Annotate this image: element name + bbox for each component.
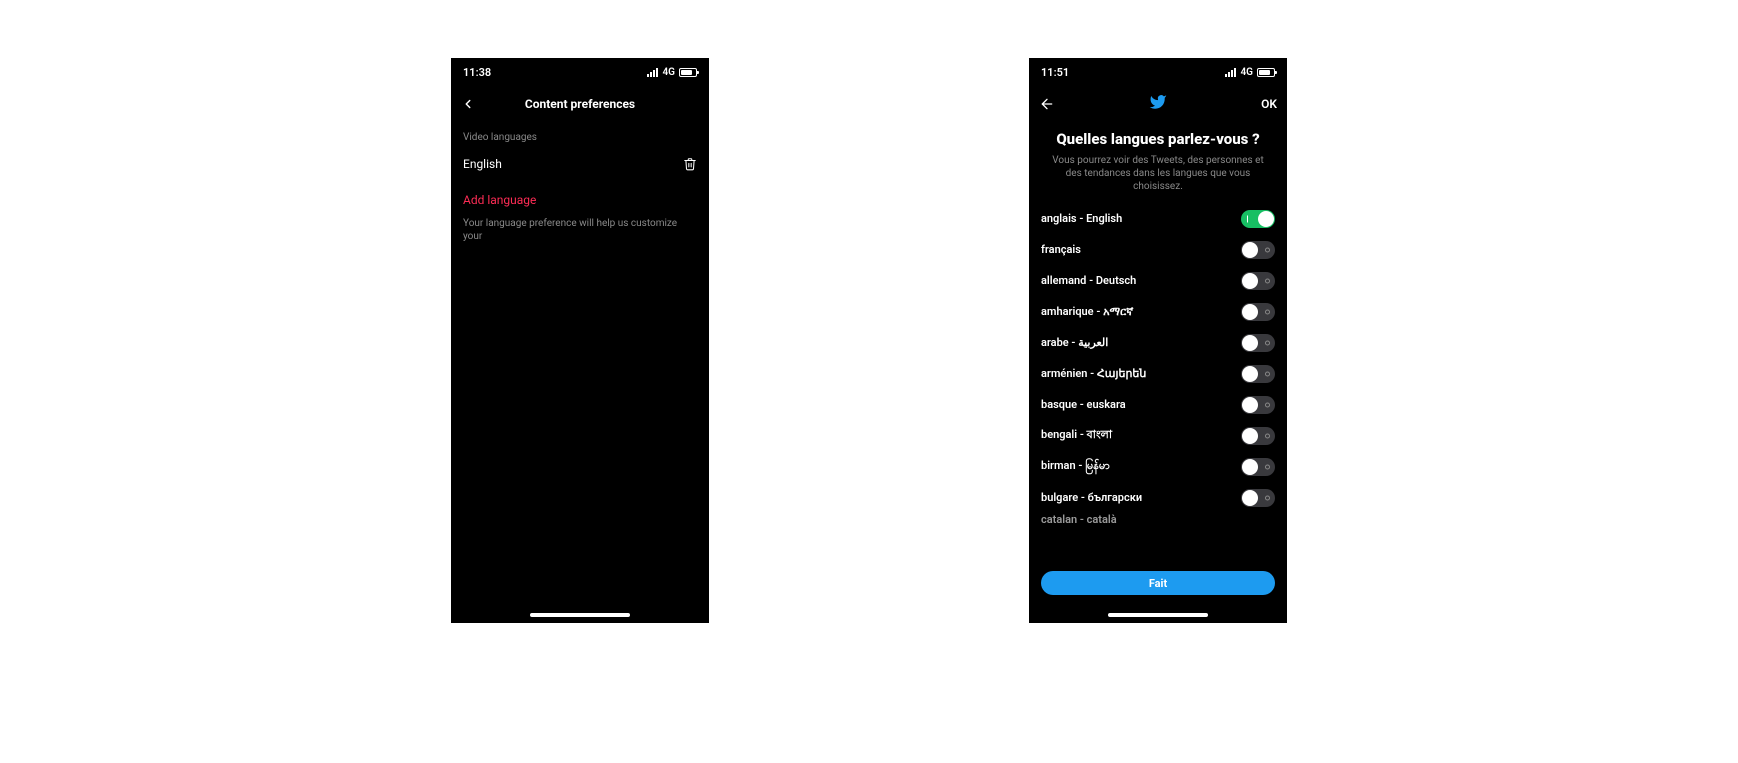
language-label: bulgare - български — [1041, 491, 1142, 504]
language-toggle[interactable] — [1241, 365, 1275, 383]
home-indicator[interactable] — [530, 613, 630, 617]
language-label: arménien - Հայերեն — [1041, 367, 1146, 380]
language-label: allemand - Deutsch — [1041, 274, 1136, 287]
done-button[interactable]: Fait — [1041, 571, 1275, 595]
status-time: 11:38 — [463, 66, 491, 79]
language-label: English — [463, 157, 502, 171]
language-item: basque - euskara — [1041, 389, 1275, 420]
language-item: arménien - Հայերեն — [1041, 358, 1275, 389]
ok-button[interactable]: OK — [1261, 97, 1277, 111]
language-label: amharique - አማርኛ — [1041, 305, 1133, 319]
language-toggle[interactable] — [1241, 210, 1275, 228]
subheading: Vous pourrez voir des Tweets, des person… — [1029, 154, 1287, 203]
section-label: Video languages — [451, 122, 709, 149]
language-label: basque - euskara — [1041, 398, 1126, 411]
nav-header: OK — [1029, 86, 1287, 122]
language-label: anglais - English — [1041, 212, 1122, 225]
language-toggle[interactable] — [1241, 303, 1275, 321]
language-item: birman - မြန်မာ — [1041, 451, 1275, 482]
language-item: français — [1041, 234, 1275, 265]
battery-icon — [1257, 68, 1275, 77]
language-label: catalan - català — [1041, 513, 1117, 526]
helper-text: Your language preference will help us cu… — [451, 213, 709, 247]
language-row: English — [451, 149, 709, 179]
language-label: birman - မြန်မာ — [1041, 459, 1110, 475]
status-time: 11:51 — [1041, 66, 1069, 79]
phone-twitter: 11:51 4G OK Quelles langues parlez-vous … — [1029, 58, 1287, 623]
page-title: Content preferences — [525, 97, 635, 111]
language-list[interactable]: anglais - English français allemand - Deut… — [1029, 203, 1287, 565]
status-right: 4G — [647, 67, 697, 78]
trash-icon[interactable] — [683, 157, 697, 171]
phone-tiktok: 11:38 4G Content preferences Video langu… — [451, 58, 709, 623]
nav-header: Content preferences — [451, 86, 709, 122]
heading: Quelles langues parlez-vous ? — [1029, 122, 1287, 154]
network-label: 4G — [662, 67, 675, 78]
language-toggle[interactable] — [1241, 427, 1275, 445]
language-toggle[interactable] — [1241, 458, 1275, 476]
home-indicator[interactable] — [1108, 613, 1208, 617]
language-label: arabe - العربية — [1041, 336, 1108, 349]
language-item: arabe - العربية — [1041, 327, 1275, 358]
language-item: anglais - English — [1041, 203, 1275, 234]
language-toggle[interactable] — [1241, 334, 1275, 352]
twitter-logo-icon — [1149, 93, 1167, 115]
status-right: 4G — [1225, 67, 1275, 78]
language-label: bengali - বাংলা — [1041, 426, 1112, 445]
signal-icon — [647, 68, 658, 77]
language-toggle[interactable] — [1241, 241, 1275, 259]
status-bar: 11:51 4G — [1029, 58, 1287, 86]
status-bar: 11:38 4G — [451, 58, 709, 86]
signal-icon — [1225, 68, 1236, 77]
battery-icon — [679, 68, 697, 77]
language-item: bengali - বাংলা — [1041, 420, 1275, 451]
language-item: catalan - català — [1041, 513, 1275, 529]
language-item: bulgare - български — [1041, 482, 1275, 513]
back-button[interactable] — [1039, 96, 1055, 112]
network-label: 4G — [1240, 67, 1253, 78]
language-item: allemand - Deutsch — [1041, 265, 1275, 296]
language-item: amharique - አማርኛ — [1041, 296, 1275, 327]
back-button[interactable] — [461, 97, 475, 111]
language-label: français — [1041, 243, 1081, 256]
language-toggle[interactable] — [1241, 396, 1275, 414]
language-toggle[interactable] — [1241, 489, 1275, 507]
add-language-button[interactable]: Add language — [451, 179, 709, 213]
language-toggle[interactable] — [1241, 272, 1275, 290]
